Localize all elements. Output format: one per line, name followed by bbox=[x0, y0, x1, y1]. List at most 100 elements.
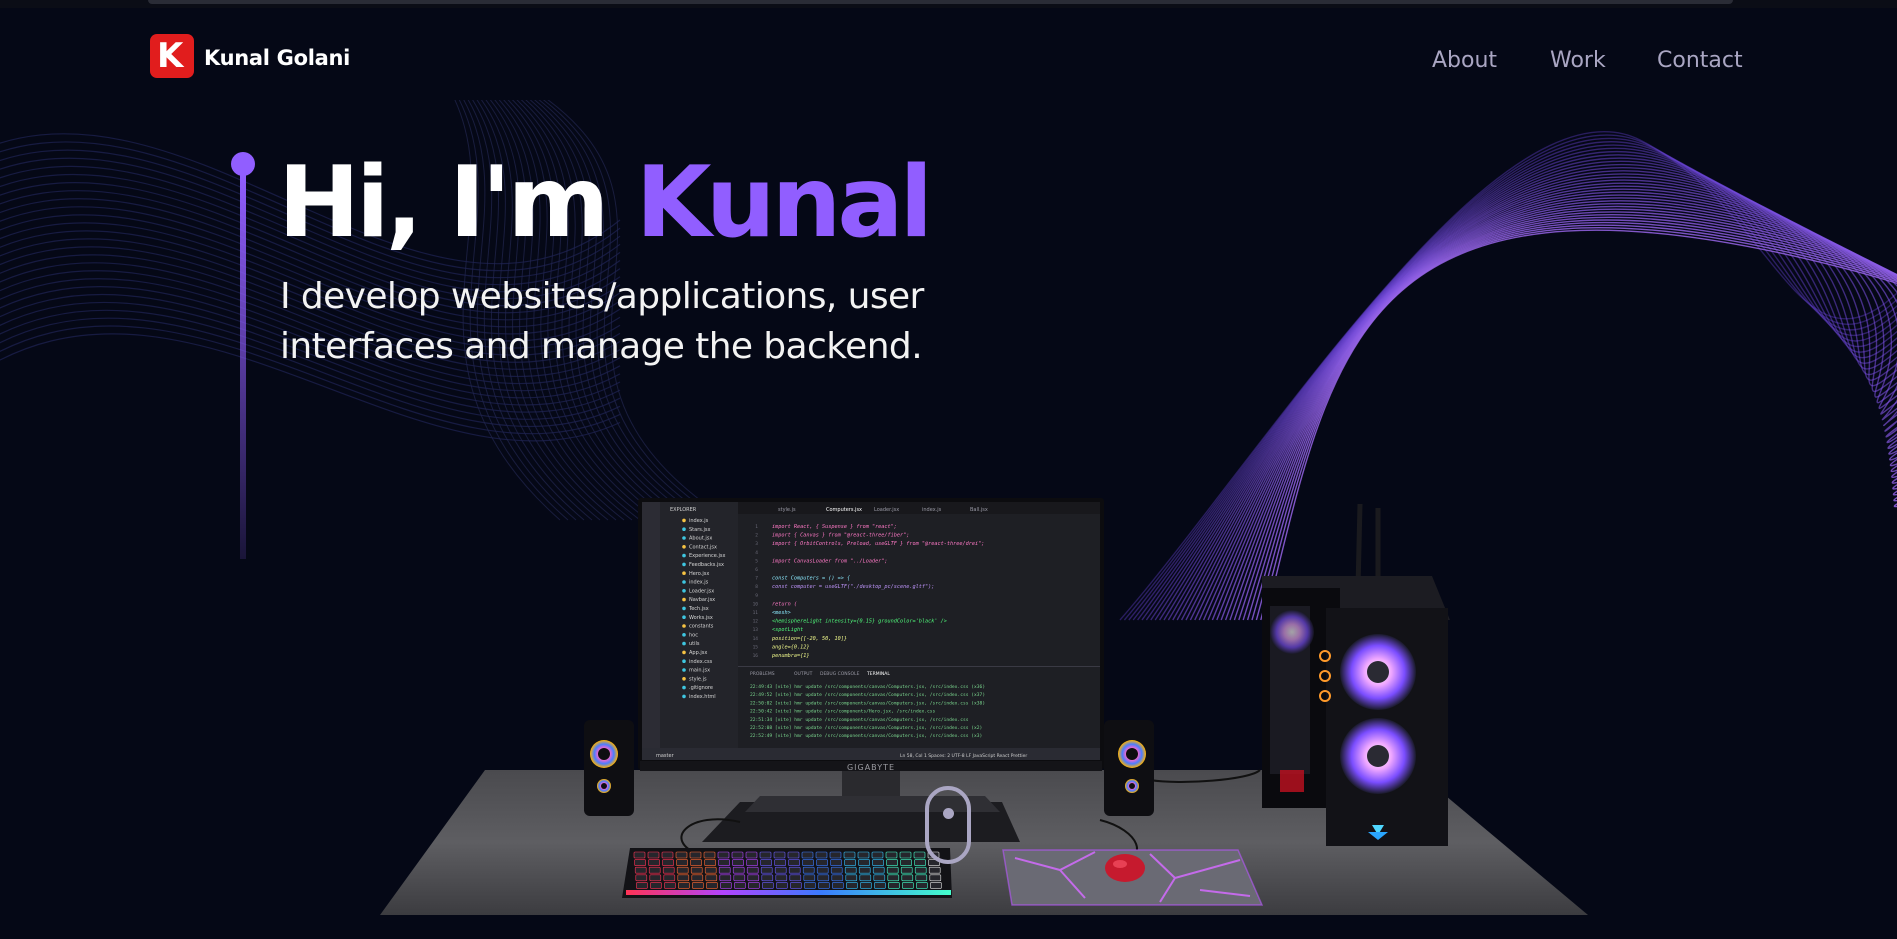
file-item[interactable]: Hero.jsx bbox=[689, 571, 709, 577]
keyboard-key bbox=[902, 882, 914, 889]
keyboard-key bbox=[677, 874, 690, 882]
panel-tab[interactable]: DEBUG CONSOLE bbox=[820, 671, 860, 677]
file-item[interactable]: hoc bbox=[689, 632, 698, 638]
keyboard-key bbox=[634, 859, 646, 866]
keyboard-key bbox=[703, 851, 716, 859]
right-speaker bbox=[1104, 720, 1154, 816]
keyboard-key bbox=[872, 866, 885, 874]
file-item[interactable]: Loader.jsx bbox=[689, 588, 714, 594]
editor-tab[interactable]: style.js bbox=[778, 507, 796, 513]
nav-link-work[interactable]: Work bbox=[1550, 48, 1606, 73]
keyboard-key bbox=[662, 859, 674, 866]
file-icon bbox=[682, 518, 686, 523]
accent-dot bbox=[231, 152, 255, 176]
nav-link-contact[interactable]: Contact bbox=[1657, 48, 1743, 73]
file-item[interactable]: Contact.jsx bbox=[689, 544, 717, 550]
file-item[interactable]: Works.jsx bbox=[689, 615, 713, 621]
keyboard-key bbox=[650, 882, 662, 889]
navbar: K Kunal Golani About Work Contact bbox=[0, 8, 1897, 100]
terminal-line: 22:50:42 [vite] hmr update /src/componen… bbox=[750, 709, 936, 715]
file-item[interactable]: About.jsx bbox=[689, 536, 712, 542]
keyboard-key bbox=[860, 882, 872, 889]
terminal-line: 22:52:08 [vite] hmr update /src/componen… bbox=[750, 725, 982, 731]
keyboard-key bbox=[844, 859, 856, 866]
keyboard-key bbox=[746, 859, 758, 866]
file-item[interactable]: style.js bbox=[689, 676, 707, 682]
code-line: import React, { Suspense } from "react"; bbox=[772, 524, 897, 530]
desktop-pc-scene[interactable]: EXPLORER index.js Stars.jsx About.jsx Conta… bbox=[0, 480, 1897, 939]
keyboard-key bbox=[774, 866, 787, 874]
file-item[interactable]: index.html bbox=[689, 694, 716, 700]
keyboard-key bbox=[745, 851, 758, 859]
terminal-line: 22:50:02 [vite] hmr update /src/componen… bbox=[750, 700, 985, 706]
scroll-mouse-icon[interactable] bbox=[925, 786, 971, 864]
file-item[interactable]: Stars.jsx bbox=[689, 527, 710, 533]
keyboard-key bbox=[787, 851, 800, 859]
browser-top-strip bbox=[0, 0, 1897, 8]
mouse bbox=[1105, 854, 1145, 882]
keyboard-key bbox=[913, 851, 926, 859]
terminal-line: 22:49:43 [vite] hmr update /src/componen… bbox=[750, 684, 985, 690]
brand-name[interactable]: Kunal Golani bbox=[204, 46, 350, 70]
hero-name: Kunal bbox=[635, 146, 933, 260]
file-item[interactable]: App.jsx bbox=[689, 650, 707, 656]
keyboard-key bbox=[804, 882, 816, 889]
panel-tab[interactable]: OUTPUT bbox=[794, 671, 813, 677]
keyboard-key bbox=[930, 882, 942, 889]
terminal-line: 22:51:34 [vite] hmr update /src/componen… bbox=[750, 717, 969, 723]
keyboard-key bbox=[676, 866, 689, 874]
keyboard-key bbox=[732, 866, 745, 874]
hero-greeting: Hi, I'm bbox=[278, 146, 636, 260]
code-line-number: 16 bbox=[753, 653, 759, 659]
keyboard-key bbox=[691, 874, 704, 882]
keyboard-key bbox=[761, 874, 774, 882]
code-line-number: 8 bbox=[755, 584, 758, 590]
keyboard-key bbox=[661, 851, 674, 859]
keyboard-key bbox=[900, 859, 912, 866]
top-strip-bar bbox=[148, 0, 1733, 4]
keyboard-key bbox=[845, 874, 858, 882]
keyboard-key bbox=[885, 851, 898, 859]
editor-tab[interactable]: Computers.jsx bbox=[826, 507, 862, 513]
file-item[interactable]: index.js bbox=[689, 580, 709, 586]
file-item[interactable]: Navbar.jsx bbox=[689, 597, 715, 603]
file-icon bbox=[682, 606, 686, 611]
file-item[interactable]: Tech.jsx bbox=[688, 606, 709, 612]
file-icon bbox=[682, 580, 686, 584]
file-item[interactable]: index.js bbox=[689, 518, 709, 524]
keyboard-key bbox=[775, 874, 788, 882]
file-item[interactable]: utils bbox=[689, 641, 700, 647]
keyboard-key bbox=[760, 866, 773, 874]
file-item[interactable]: main.jsx bbox=[689, 668, 710, 674]
keyboard-key bbox=[733, 874, 746, 882]
editor-tab[interactable]: Loader.jsx bbox=[874, 507, 899, 513]
keyboard-key bbox=[872, 859, 884, 866]
file-item[interactable]: constants bbox=[689, 624, 714, 630]
panel-tab[interactable]: PROBLEMS bbox=[750, 671, 775, 677]
keyboard-key bbox=[760, 859, 772, 866]
keyboard-key bbox=[706, 882, 718, 889]
file-icon bbox=[682, 624, 686, 628]
keyboard-key bbox=[916, 882, 928, 889]
logo-k-icon[interactable]: K bbox=[150, 34, 194, 78]
nav-link-about[interactable]: About bbox=[1432, 48, 1497, 73]
code-line-number: 10 bbox=[753, 601, 759, 607]
code-line-number: 6 bbox=[755, 567, 758, 573]
keyboard-key bbox=[648, 859, 660, 866]
file-item[interactable]: .gitignore bbox=[689, 685, 713, 691]
editor-tab[interactable]: Ball.jsx bbox=[970, 507, 988, 513]
editor-tab[interactable]: index.js bbox=[922, 507, 942, 513]
keyboard-key bbox=[759, 851, 772, 859]
file-icon bbox=[682, 527, 686, 531]
file-icon bbox=[682, 589, 686, 593]
panel-tab[interactable]: TERMINAL bbox=[866, 671, 890, 677]
scroll-dot bbox=[943, 808, 954, 819]
keyboard-key bbox=[734, 882, 746, 889]
keyboard-key bbox=[649, 874, 662, 882]
file-icon bbox=[682, 615, 686, 619]
code-line-number: 7 bbox=[755, 576, 758, 582]
code-line: position={[-20, 50, 10]} bbox=[772, 636, 847, 642]
file-item[interactable]: Feedbacks.jsx bbox=[689, 562, 724, 568]
file-item[interactable]: Experience.jsx bbox=[689, 553, 725, 559]
file-item[interactable]: index.css bbox=[689, 659, 713, 665]
